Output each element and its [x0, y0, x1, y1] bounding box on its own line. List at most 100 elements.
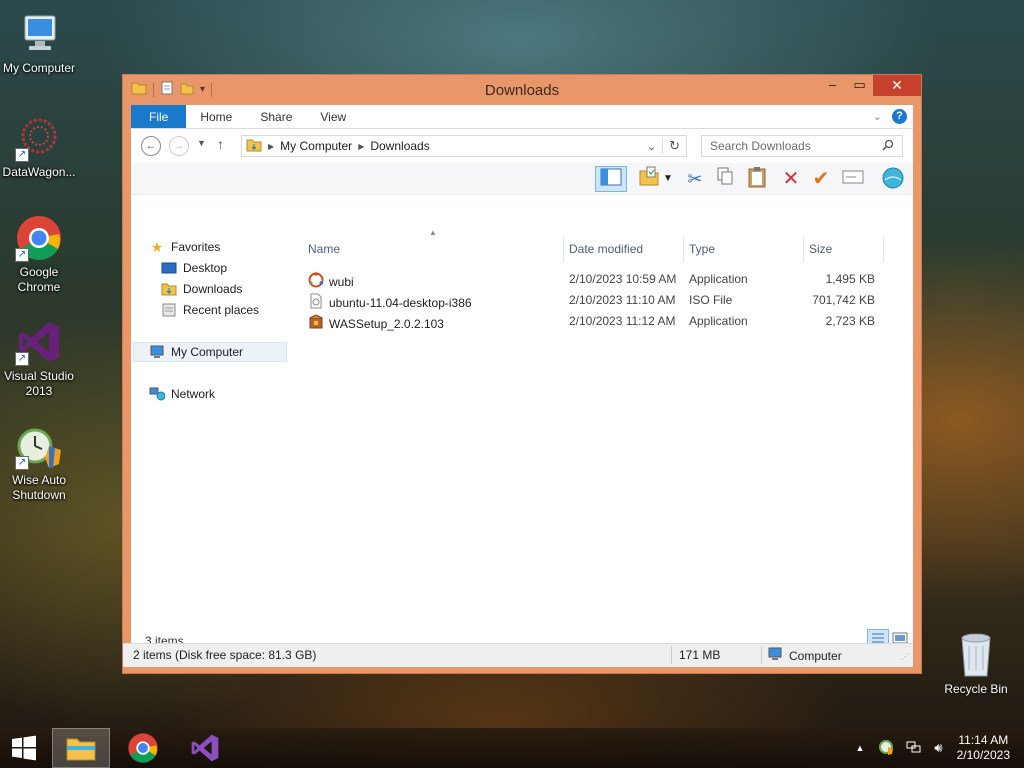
forward-button[interactable]: → [169, 136, 189, 156]
visual-studio-icon: ↗ [15, 318, 63, 366]
nav-my-computer-label: My Computer [171, 345, 244, 359]
properties-toolbar-icon[interactable] [635, 166, 663, 192]
nav-my-computer[interactable]: My Computer [149, 345, 243, 359]
tab-home[interactable]: Home [186, 105, 246, 128]
desktop-icon-label: Wise Auto Shutdown [11, 473, 67, 502]
back-button[interactable]: ← [141, 136, 161, 156]
file-row[interactable]: ubuntu-11.04-desktop-i386 2/10/2023 11:1… [301, 290, 901, 310]
file-date: 2/10/2023 11:12 AM [569, 314, 676, 328]
network-globe-icon[interactable] [879, 166, 907, 192]
recycle-bin-label: Recycle Bin [944, 682, 1008, 696]
column-header-date-modified[interactable]: Date modified [569, 242, 643, 256]
taskbar: ▲ 🔊︎ 11:14 AM 2/10/2023 [0, 728, 1024, 768]
start-button[interactable] [0, 728, 48, 768]
title-bar[interactable]: ▾ Downloads – ▭ ✕ [123, 75, 921, 105]
window-status-bar: 2 items (Disk free space: 81.3 GB) 171 M… [123, 643, 913, 667]
nav-recent-places-label: Recent places [183, 303, 260, 317]
breadcrumb-downloads[interactable]: Downloads [364, 139, 435, 153]
shortcut-arrow-icon: ↗ [15, 352, 29, 366]
clock-date: 2/10/2023 [956, 748, 1010, 762]
show-hidden-icons-icon[interactable]: ▲ [847, 743, 872, 753]
column-header-name[interactable]: Name [308, 242, 340, 256]
column-separator [683, 236, 684, 262]
nav-recent-places[interactable]: Recent places [161, 303, 259, 317]
desktop-icon-datawagon[interactable]: ↗ DataWagon... [0, 114, 78, 180]
column-header-size[interactable]: Size [809, 242, 832, 256]
desktop-icon-recycle-bin[interactable]: Recycle Bin [940, 630, 1012, 696]
paste-icon[interactable] [743, 166, 771, 192]
volume-icon[interactable]: 🔊︎ [928, 740, 948, 756]
taskbar-visual-studio[interactable] [176, 728, 234, 768]
tray-app-icon[interactable] [872, 739, 900, 758]
breadcrumb-separator-icon: ▶ [268, 141, 275, 151]
recent-locations-dropdown-icon[interactable]: ▼ [197, 138, 206, 148]
minimize-button[interactable]: – [819, 75, 846, 96]
address-bar[interactable]: ▶ My Computer ▶ Downloads ⌄ ↻ [241, 135, 687, 157]
file-row[interactable]: WASSetup_2.0.2.103 2/10/2023 11:12 AM Ap… [301, 311, 901, 331]
desktop-icon-visual-studio[interactable]: ↗ Visual Studio 2013 [0, 318, 78, 399]
rename-check-icon[interactable]: ✔ [807, 166, 835, 192]
clock[interactable]: 11:14 AM 2/10/2023 [949, 733, 1024, 763]
shortcut-arrow-icon: ↗ [15, 456, 29, 470]
tab-view[interactable]: View [306, 105, 360, 128]
navigation-pane: ★ Favorites Desktop Downloads Recent pla… [131, 228, 291, 623]
desktop-icon-my-computer[interactable]: My Computer [0, 10, 78, 76]
explorer-window: ▾ Downloads – ▭ ✕ File Home Share View ⌄… [122, 74, 922, 674]
nav-network[interactable]: Network [149, 387, 215, 401]
file-name: WASSetup_2.0.2.103 [329, 316, 444, 331]
delete-icon[interactable]: ✕ [777, 166, 805, 192]
system-tray: ▲ 🔊︎ 11:14 AM 2/10/2023 [847, 728, 1024, 768]
column-header-type[interactable]: Type [689, 242, 715, 256]
downloads-folder-icon [161, 282, 177, 296]
taskbar-file-explorer[interactable] [52, 728, 110, 768]
file-type: Application [689, 272, 748, 286]
tab-share[interactable]: Share [246, 105, 306, 128]
address-dropdown-icon[interactable]: ⌄ [647, 140, 662, 153]
up-button[interactable]: ↑ [217, 136, 224, 152]
cut-icon[interactable]: ✂ [681, 166, 709, 192]
help-icon[interactable]: ? [892, 109, 907, 124]
nav-desktop[interactable]: Desktop [161, 261, 227, 275]
column-separator [883, 236, 884, 262]
search-input[interactable]: Search Downloads [701, 135, 903, 157]
toolbar-dropdown-icon[interactable]: ▼ [661, 166, 675, 192]
computer-icon [149, 345, 165, 359]
nav-favorites-label: Favorites [171, 240, 221, 254]
preview-pane-button[interactable] [595, 166, 627, 192]
rename-icon[interactable] [839, 166, 867, 192]
network-icon [149, 387, 166, 401]
network-status-icon[interactable] [900, 739, 928, 758]
windows-logo-icon [12, 735, 36, 761]
recent-places-icon [161, 303, 177, 317]
maximize-button[interactable]: ▭ [846, 75, 873, 96]
resize-grip-icon[interactable]: ⋰ [901, 652, 909, 661]
breadcrumb-my-computer[interactable]: My Computer [274, 139, 358, 153]
computer-icon [15, 10, 63, 58]
desktop-icon-label: DataWagon... [2, 165, 76, 179]
nav-favorites[interactable]: ★ Favorites [149, 240, 221, 254]
status-selection: 2 items (Disk free space: 81.3 GB) [133, 648, 317, 662]
copy-icon[interactable] [711, 166, 739, 192]
shortcut-arrow-icon: ↗ [15, 248, 29, 262]
desktop-icon-wise-auto-shutdown[interactable]: ↗ Wise Auto Shutdown [0, 422, 78, 503]
content-area: ★ Favorites Desktop Downloads Recent pla… [131, 228, 913, 623]
search-icon[interactable] [882, 139, 894, 154]
clock-time: 11:14 AM [958, 733, 1009, 747]
file-date: 2/10/2023 10:59 AM [569, 272, 677, 286]
nav-network-label: Network [171, 387, 216, 401]
visual-studio-icon [191, 734, 219, 762]
tab-file[interactable]: File [131, 105, 187, 128]
file-explorer-icon [66, 738, 96, 761]
desktop-icon-label: My Computer [2, 61, 76, 75]
status-divider [761, 646, 762, 664]
nav-downloads[interactable]: Downloads [161, 282, 242, 296]
close-button[interactable]: ✕ [873, 75, 921, 96]
file-row[interactable]: wubi 2/10/2023 10:59 AM Application 1,49… [301, 269, 901, 289]
status-divider [671, 646, 672, 664]
refresh-icon[interactable]: ↻ [662, 138, 686, 154]
desktop-icon-chrome[interactable]: ↗ Google Chrome [0, 214, 78, 295]
file-name-cell: wubi [308, 272, 354, 291]
expand-ribbon-icon[interactable]: ⌄ [873, 110, 882, 123]
file-date: 2/10/2023 11:10 AM [569, 293, 676, 307]
taskbar-chrome[interactable] [114, 728, 172, 768]
